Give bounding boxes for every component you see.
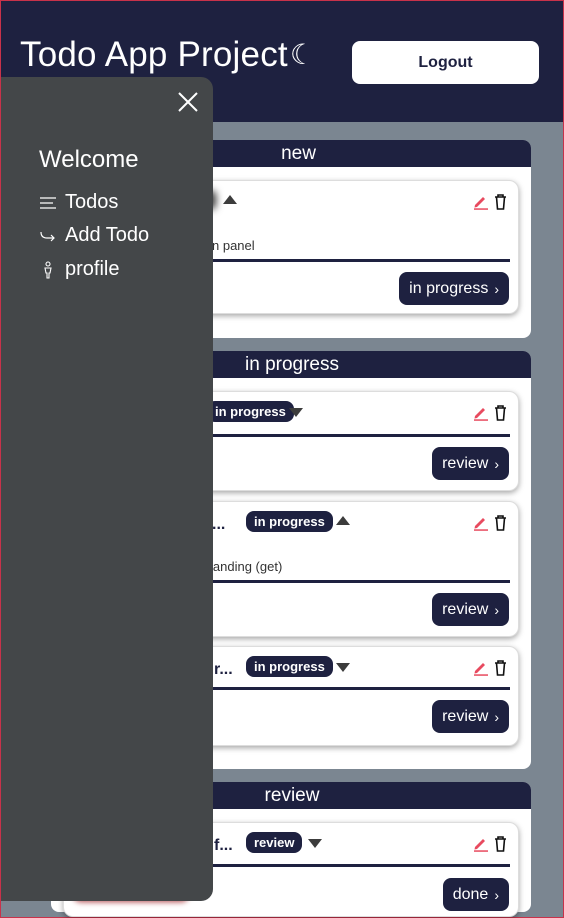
move-button-label: review bbox=[442, 707, 489, 725]
arrow-hook-icon bbox=[40, 231, 55, 241]
status-badge: in progress bbox=[246, 511, 333, 532]
expand-toggle[interactable] bbox=[289, 408, 303, 417]
edit-icon[interactable] bbox=[472, 193, 489, 210]
trash-icon[interactable] bbox=[492, 659, 509, 676]
move-in-progress-button[interactable]: in progress › bbox=[399, 272, 509, 305]
move-button-label: in progress bbox=[409, 279, 489, 297]
edit-icon[interactable] bbox=[472, 404, 489, 421]
move-button-label: done bbox=[452, 885, 489, 903]
status-badge: in progress bbox=[207, 401, 294, 422]
expand-toggle[interactable] bbox=[336, 663, 350, 672]
todo-title: ... bbox=[212, 516, 226, 533]
logout-button[interactable]: Logout bbox=[352, 41, 539, 84]
todo-title: r... bbox=[214, 661, 233, 678]
move-button-label: review bbox=[442, 454, 489, 472]
chevron-right-icon: › bbox=[494, 280, 499, 297]
sidebar-item-label: Add Todo bbox=[65, 224, 150, 246]
column-title: new bbox=[281, 142, 316, 164]
todo-description: n panel bbox=[212, 238, 255, 253]
todo-description: landing (get) bbox=[210, 559, 283, 574]
move-done-button[interactable]: done › bbox=[442, 878, 509, 911]
sidebar-item-todos[interactable]: Todos bbox=[39, 191, 118, 214]
trash-icon[interactable] bbox=[492, 404, 509, 421]
chevron-right-icon: › bbox=[494, 601, 499, 618]
app-title: Todo App Project☾ bbox=[20, 35, 315, 75]
sidebar-drawer: Welcome Todos Add Todo profile bbox=[1, 77, 213, 901]
sidebar-item-label: profile bbox=[65, 258, 120, 280]
menu-lines-icon bbox=[40, 196, 56, 209]
move-review-button[interactable]: review › bbox=[432, 700, 509, 733]
collapse-toggle[interactable] bbox=[336, 516, 350, 525]
moon-icon[interactable]: ☾ bbox=[290, 38, 315, 71]
welcome-heading: Welcome bbox=[39, 146, 139, 173]
move-button-label: review bbox=[442, 600, 489, 618]
trash-icon[interactable] bbox=[492, 514, 509, 531]
column-title: in progress bbox=[245, 353, 339, 375]
edit-icon[interactable] bbox=[472, 514, 489, 531]
todo-title: f... bbox=[214, 837, 233, 854]
move-review-button[interactable]: review › bbox=[432, 447, 509, 480]
trash-icon[interactable] bbox=[492, 835, 509, 852]
edit-icon[interactable] bbox=[472, 835, 489, 852]
person-icon bbox=[44, 260, 52, 279]
status-badge: review bbox=[246, 832, 303, 853]
status-badge: in progress bbox=[246, 656, 333, 677]
sidebar-item-add-todo[interactable]: Add Todo bbox=[39, 224, 149, 247]
close-icon[interactable] bbox=[177, 91, 199, 113]
chevron-right-icon: › bbox=[494, 455, 499, 472]
app-title-text: Todo App Project bbox=[20, 35, 288, 74]
expand-toggle[interactable] bbox=[308, 839, 322, 848]
collapse-toggle[interactable] bbox=[223, 195, 237, 204]
edit-icon[interactable] bbox=[472, 659, 489, 676]
sidebar-item-label: Todos bbox=[65, 191, 119, 213]
column-title: review bbox=[264, 784, 320, 806]
trash-icon[interactable] bbox=[492, 193, 509, 210]
move-review-button[interactable]: review › bbox=[432, 593, 509, 626]
chevron-right-icon: › bbox=[494, 708, 499, 725]
chevron-right-icon: › bbox=[494, 886, 499, 903]
sidebar-item-profile[interactable]: profile bbox=[39, 258, 119, 281]
